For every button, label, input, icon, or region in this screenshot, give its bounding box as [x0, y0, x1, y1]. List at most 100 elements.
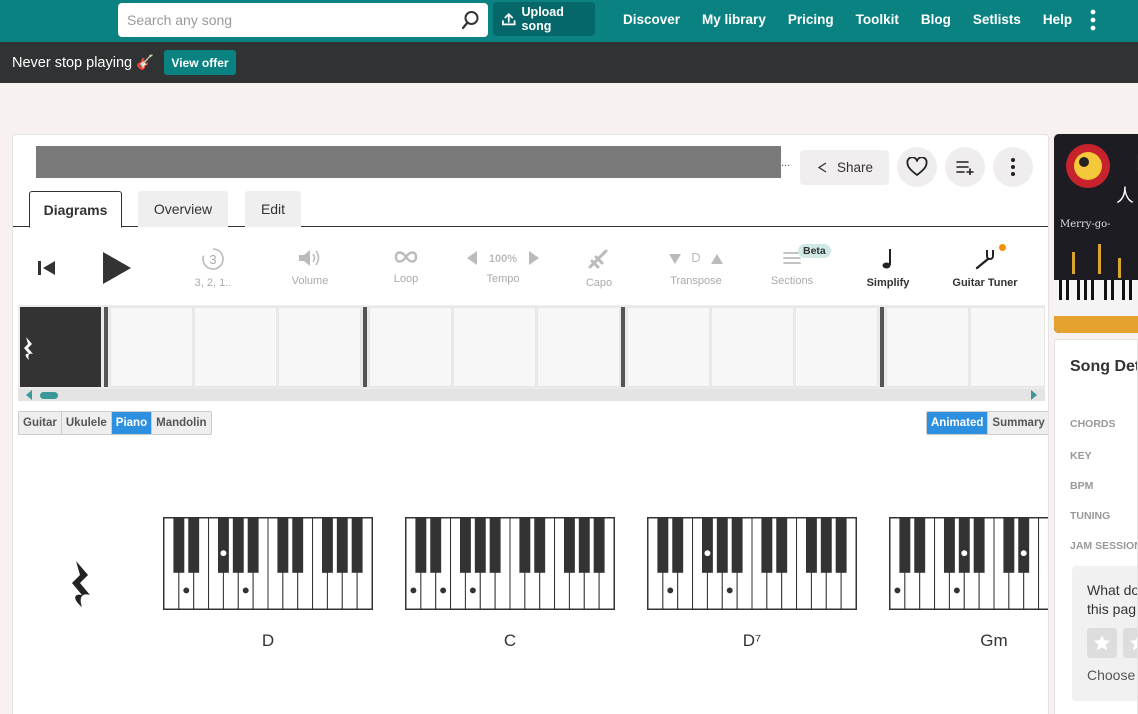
- song-details-title: Song Det: [1070, 358, 1138, 375]
- bar-separator: [880, 307, 884, 387]
- chord-name: D⁷: [742, 631, 762, 650]
- nav-link-pricing[interactable]: Pricing: [788, 12, 834, 27]
- black-key: [217, 518, 229, 573]
- bar-separator: [621, 307, 625, 387]
- measure-cell[interactable]: [711, 307, 794, 387]
- detail-jam-session: JAM SESSION: [1070, 540, 1138, 552]
- beta-badge: Beta: [798, 244, 831, 258]
- black-key: [173, 518, 185, 573]
- song-card: ... Share Diagrams Overview Edit 3 3, 2,…: [12, 134, 1049, 714]
- measure-cell[interactable]: [110, 307, 193, 387]
- nav-links: Discover My library Pricing Toolkit Blog…: [612, 0, 1083, 38]
- loop-button[interactable]: Loop: [361, 235, 451, 305]
- note-marker: [220, 550, 227, 557]
- note-marker: [704, 550, 711, 557]
- share-button[interactable]: Share: [800, 150, 889, 185]
- nav-link-my-library[interactable]: My library: [702, 12, 766, 27]
- instrument-guitar[interactable]: Guitar: [19, 412, 62, 434]
- add-to-setlist-button[interactable]: [945, 147, 985, 187]
- nav-link-toolkit[interactable]: Toolkit: [856, 12, 899, 27]
- loop-label: Loop: [393, 273, 419, 285]
- scroll-right-icon[interactable]: [1030, 390, 1038, 400]
- more-menu-icon[interactable]: [1084, 8, 1102, 32]
- measure-cell[interactable]: [627, 307, 710, 387]
- tempo-up-icon[interactable]: [529, 251, 539, 265]
- rating-star-1[interactable]: [1087, 628, 1117, 658]
- black-key: [277, 518, 289, 573]
- mode-summary[interactable]: Summary: [988, 412, 1048, 434]
- note-marker: [410, 587, 417, 594]
- share-label: Share: [836, 160, 874, 175]
- transpose-label: Transpose: [670, 275, 722, 287]
- transpose-up-icon[interactable]: [711, 254, 723, 264]
- search-input[interactable]: [118, 3, 438, 37]
- capo-label: Capo: [585, 277, 613, 289]
- notification-dot: [999, 244, 1006, 251]
- tab-overview[interactable]: Overview: [138, 191, 228, 227]
- count-in-value: 3: [209, 252, 216, 267]
- measure-cell-current[interactable]: [20, 307, 101, 387]
- black-key: [415, 518, 427, 573]
- simplify-button[interactable]: Simplify: [843, 235, 933, 305]
- black-key: [578, 518, 590, 573]
- black-key: [593, 518, 605, 573]
- black-key: [563, 518, 575, 573]
- measure-cell[interactable]: [537, 307, 620, 387]
- black-key: [805, 518, 817, 573]
- measure-strip[interactable]: [18, 305, 1045, 401]
- nav-link-help[interactable]: Help: [1043, 12, 1072, 27]
- detail-key: KEY: [1070, 450, 1092, 462]
- scroll-left-icon[interactable]: [25, 390, 33, 400]
- mode-animated[interactable]: Animated: [927, 412, 989, 434]
- tempo-stepper: 100%: [467, 251, 539, 265]
- guitar-tuner-button[interactable]: Guitar Tuner: [940, 235, 1030, 305]
- tempo-down-icon[interactable]: [467, 251, 477, 265]
- measure-cell[interactable]: [369, 307, 452, 387]
- note-marker: [440, 587, 447, 594]
- measure-cell[interactable]: [194, 307, 277, 387]
- tab-edit[interactable]: Edit: [245, 191, 301, 227]
- tempo-label: Tempo: [486, 273, 520, 285]
- scrollbar-thumb[interactable]: [40, 392, 58, 399]
- instrument-ukulele[interactable]: Ukulele: [61, 412, 112, 434]
- nav-link-blog[interactable]: Blog: [921, 12, 951, 27]
- transpose-down-icon[interactable]: [669, 254, 681, 264]
- note-marker: [242, 587, 249, 594]
- nav-link-setlists[interactable]: Setlists: [973, 12, 1021, 27]
- nav-link-discover[interactable]: Discover: [623, 12, 680, 27]
- bar-separator: [104, 307, 108, 387]
- sections-button[interactable]: Beta Sections: [747, 235, 837, 305]
- capo-button[interactable]: Capo: [554, 235, 644, 305]
- horizontal-scrollbar[interactable]: [18, 389, 1045, 401]
- measure-cell[interactable]: [278, 307, 361, 387]
- search-box[interactable]: [118, 3, 488, 37]
- count-in-button[interactable]: 3 3, 2, 1..: [168, 235, 258, 305]
- measure-cell[interactable]: [886, 307, 969, 387]
- measure-cell[interactable]: [453, 307, 536, 387]
- song-more-button[interactable]: [993, 147, 1033, 187]
- tab-diagrams[interactable]: Diagrams: [29, 191, 122, 228]
- volume-button[interactable]: Volume: [265, 235, 355, 305]
- video-frame: 【 人 Merry-go-: [1054, 134, 1138, 333]
- instrument-piano[interactable]: Piano: [111, 412, 153, 434]
- piano-diagram: [405, 517, 615, 610]
- video-thumbnail[interactable]: 【 人 Merry-go-: [1054, 134, 1138, 333]
- note-marker: [1020, 550, 1027, 557]
- favorite-button[interactable]: [897, 147, 937, 187]
- black-key: [973, 518, 985, 573]
- upload-song-button[interactable]: Upload song: [493, 2, 595, 36]
- measure-cell[interactable]: [970, 307, 1045, 387]
- heart-icon: [906, 157, 928, 176]
- measure-cell[interactable]: [795, 307, 878, 387]
- playlist-add-icon: [956, 161, 974, 175]
- title-ellipsis: ...: [781, 157, 791, 169]
- detail-bpm: BPM: [1070, 480, 1094, 492]
- search-icon[interactable]: [460, 10, 480, 30]
- sections-label: Sections: [770, 275, 814, 287]
- instrument-mandolin[interactable]: Mandolin: [152, 412, 211, 434]
- black-key: [820, 518, 832, 573]
- play-button[interactable]: [72, 235, 162, 305]
- view-offer-button[interactable]: View offer: [164, 50, 236, 75]
- piano-diagram: [647, 517, 857, 610]
- rating-star-2[interactable]: [1123, 628, 1137, 658]
